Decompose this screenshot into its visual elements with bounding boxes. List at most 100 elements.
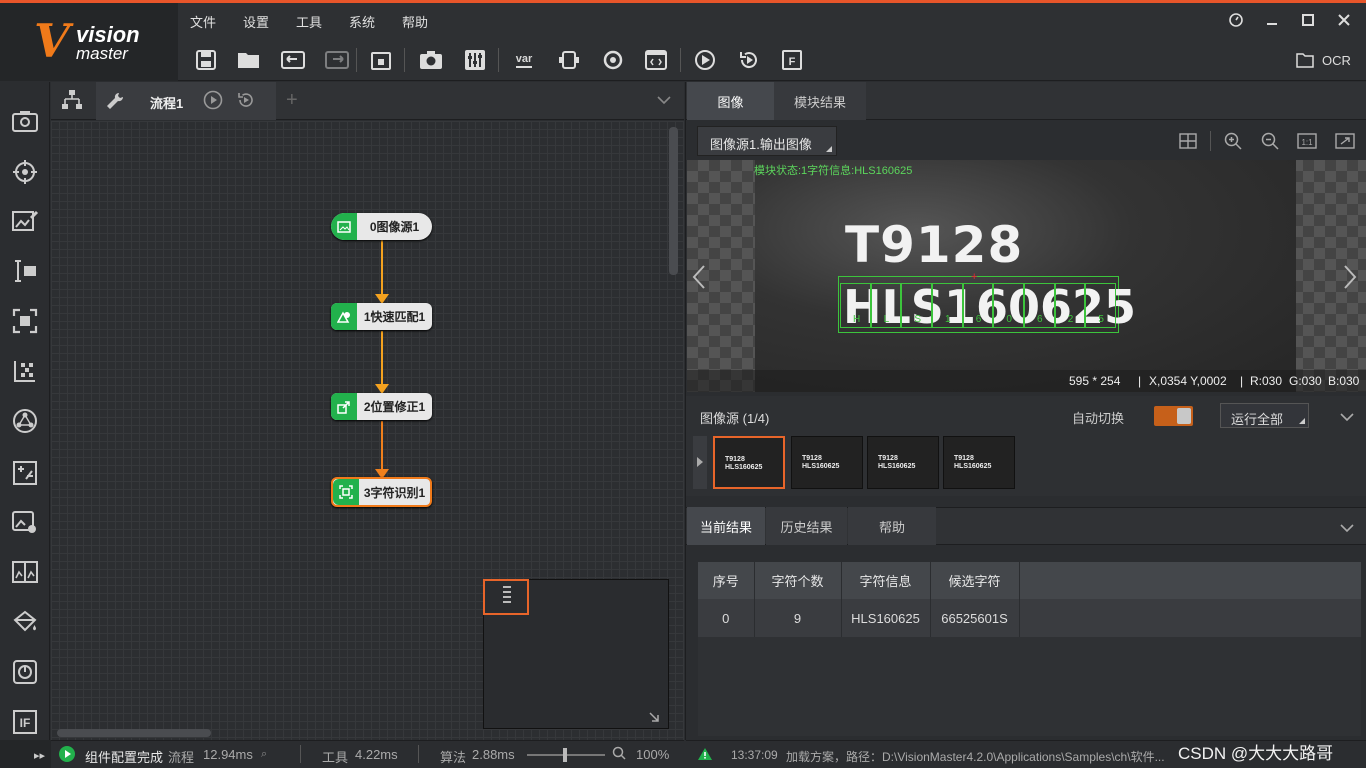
- table-header[interactable]: 序号: [698, 562, 755, 599]
- menu-settings[interactable]: 设置: [243, 12, 269, 31]
- table-cell-filler: [1019, 599, 1361, 637]
- actual-size-icon[interactable]: 1:1: [1297, 132, 1317, 153]
- logic-tool-icon[interactable]: [9, 656, 41, 688]
- tab-image[interactable]: 图像: [687, 82, 774, 120]
- logo-v-mark: V: [34, 14, 70, 68]
- run-target-icon[interactable]: [600, 47, 626, 73]
- save-icon[interactable]: [193, 47, 219, 73]
- geometry-tool-icon[interactable]: [9, 405, 41, 437]
- camera-icon[interactable]: [418, 47, 444, 73]
- function-icon[interactable]: F: [779, 47, 805, 73]
- thumbnail-2[interactable]: T9128 HLS160625: [791, 436, 863, 489]
- auto-switch-toggle[interactable]: [1154, 406, 1193, 426]
- char-box: 6: [962, 283, 994, 328]
- thumbnail-1[interactable]: T9128 HLS160625: [713, 436, 785, 489]
- auto-switch-label: 自动切换: [1072, 411, 1125, 426]
- run-loop-icon[interactable]: [736, 47, 762, 73]
- folder-icon[interactable]: [1296, 52, 1314, 71]
- tool-time-value: 4.22ms: [355, 747, 398, 762]
- tab-current-result[interactable]: 当前结果: [687, 507, 765, 545]
- canvas-vertical-scrollbar[interactable]: [669, 127, 678, 275]
- flow-run-loop-icon[interactable]: [236, 90, 256, 113]
- char-box: S: [901, 283, 933, 328]
- toolbar-separator: [498, 48, 499, 72]
- image-source-tool-icon[interactable]: [9, 105, 41, 137]
- menu-help[interactable]: 帮助: [402, 12, 428, 31]
- locate-tool-icon[interactable]: [9, 156, 41, 188]
- script-icon[interactable]: [643, 47, 669, 73]
- collapse-chevron-icon[interactable]: [1340, 521, 1354, 536]
- menu-file[interactable]: 文件: [190, 12, 216, 31]
- flow-run-once-icon[interactable]: [203, 90, 223, 113]
- measure-tool-icon[interactable]: [9, 205, 41, 237]
- next-image-icon[interactable]: [1343, 264, 1357, 293]
- chevron-down-icon[interactable]: [657, 93, 671, 108]
- minimize-icon[interactable]: [1262, 10, 1282, 30]
- resize-corner-icon[interactable]: [648, 711, 660, 726]
- zoom-out-icon[interactable]: [1261, 132, 1279, 153]
- calibrate-tool-icon[interactable]: [9, 305, 41, 337]
- table-cell: 66525601S: [930, 599, 1020, 637]
- flow-tab-label[interactable]: 流程1: [150, 93, 183, 112]
- wrench-icon[interactable]: [105, 91, 125, 114]
- table-header[interactable]: 字符个数: [754, 562, 842, 599]
- if-module-icon[interactable]: IF: [9, 706, 41, 738]
- zoom-in-icon[interactable]: [1224, 132, 1242, 153]
- table-cell: 0: [698, 599, 755, 637]
- expand-sidebar-icon[interactable]: ▸▸: [0, 740, 51, 768]
- tab-help[interactable]: 帮助: [848, 507, 936, 545]
- undo-icon[interactable]: [280, 47, 306, 73]
- table-cell: 9: [754, 599, 842, 637]
- thumb-scroll-left[interactable]: [693, 436, 707, 489]
- redo-icon[interactable]: [324, 47, 350, 73]
- defect-tool-icon[interactable]: [9, 606, 41, 638]
- align-tool-icon[interactable]: [9, 355, 41, 387]
- add-flow-icon[interactable]: +: [286, 89, 298, 112]
- run-all-dropdown[interactable]: 运行全部: [1220, 403, 1309, 428]
- color-process-tool-icon[interactable]: [9, 556, 41, 588]
- menu-tools[interactable]: 工具: [296, 12, 322, 31]
- clock-icon: ⌕: [261, 748, 268, 760]
- status-run-icon[interactable]: [58, 745, 76, 766]
- variable-icon[interactable]: var: [510, 47, 538, 73]
- io-module-icon[interactable]: [556, 47, 582, 73]
- dropdown-corner-icon: [1299, 418, 1305, 424]
- zoom-slider-handle[interactable]: [563, 748, 567, 762]
- lock-icon[interactable]: [368, 47, 394, 73]
- open-folder-icon[interactable]: [236, 47, 262, 73]
- canvas-horizontal-scrollbar[interactable]: [57, 729, 211, 737]
- image-source-label: 图像源 (1/4): [700, 411, 770, 426]
- maximize-icon[interactable]: [1298, 10, 1318, 30]
- flow-node-image-source[interactable]: 0图像源1: [331, 213, 432, 240]
- char-box-row: H L S 1 6 0 6 2 5: [840, 283, 1117, 328]
- flow-node-ocr-selected[interactable]: 3字符识别1: [331, 477, 432, 507]
- close-icon[interactable]: [1334, 10, 1354, 30]
- fit-window-icon[interactable]: [1335, 132, 1355, 153]
- table-header[interactable]: 候选字符: [930, 562, 1020, 599]
- run-once-icon[interactable]: [692, 47, 718, 73]
- algo-time-value: 2.88ms: [472, 747, 515, 762]
- sliders-icon[interactable]: [462, 47, 488, 73]
- flow-node-fast-match[interactable]: 1快速匹配1: [331, 303, 432, 330]
- timer-icon[interactable]: [1226, 10, 1246, 30]
- ocr-button-label[interactable]: OCR: [1322, 53, 1351, 68]
- minimap-viewport[interactable]: [483, 579, 529, 615]
- flow-tree-icon[interactable]: [60, 89, 84, 114]
- tab-history-result[interactable]: 历史结果: [766, 507, 847, 545]
- flow-node-label: 1快速匹配1: [363, 310, 426, 324]
- flow-node-position-fix[interactable]: 2位置修正1: [331, 393, 432, 420]
- prev-image-icon[interactable]: [692, 264, 706, 293]
- recognize-tool-icon[interactable]: [9, 255, 41, 287]
- table-header[interactable]: 字符信息: [841, 562, 931, 599]
- table-row[interactable]: 0 9 HLS160625 66525601S: [698, 599, 1361, 637]
- thumbnail-3[interactable]: T9128 HLS160625: [867, 436, 939, 489]
- menu-system[interactable]: 系统: [349, 12, 375, 31]
- thumbnail-4[interactable]: T9128 HLS160625: [943, 436, 1015, 489]
- image-process-tool-icon[interactable]: [9, 506, 41, 538]
- zoom-magnifier-icon[interactable]: [612, 746, 626, 763]
- calculate-tool-icon[interactable]: [9, 457, 41, 489]
- image-output-dropdown[interactable]: 图像源1.输出图像: [697, 126, 837, 156]
- collapse-chevron-icon[interactable]: [1340, 410, 1354, 425]
- tab-module-result[interactable]: 模块结果: [774, 82, 866, 120]
- grid-view-icon[interactable]: [1179, 133, 1197, 152]
